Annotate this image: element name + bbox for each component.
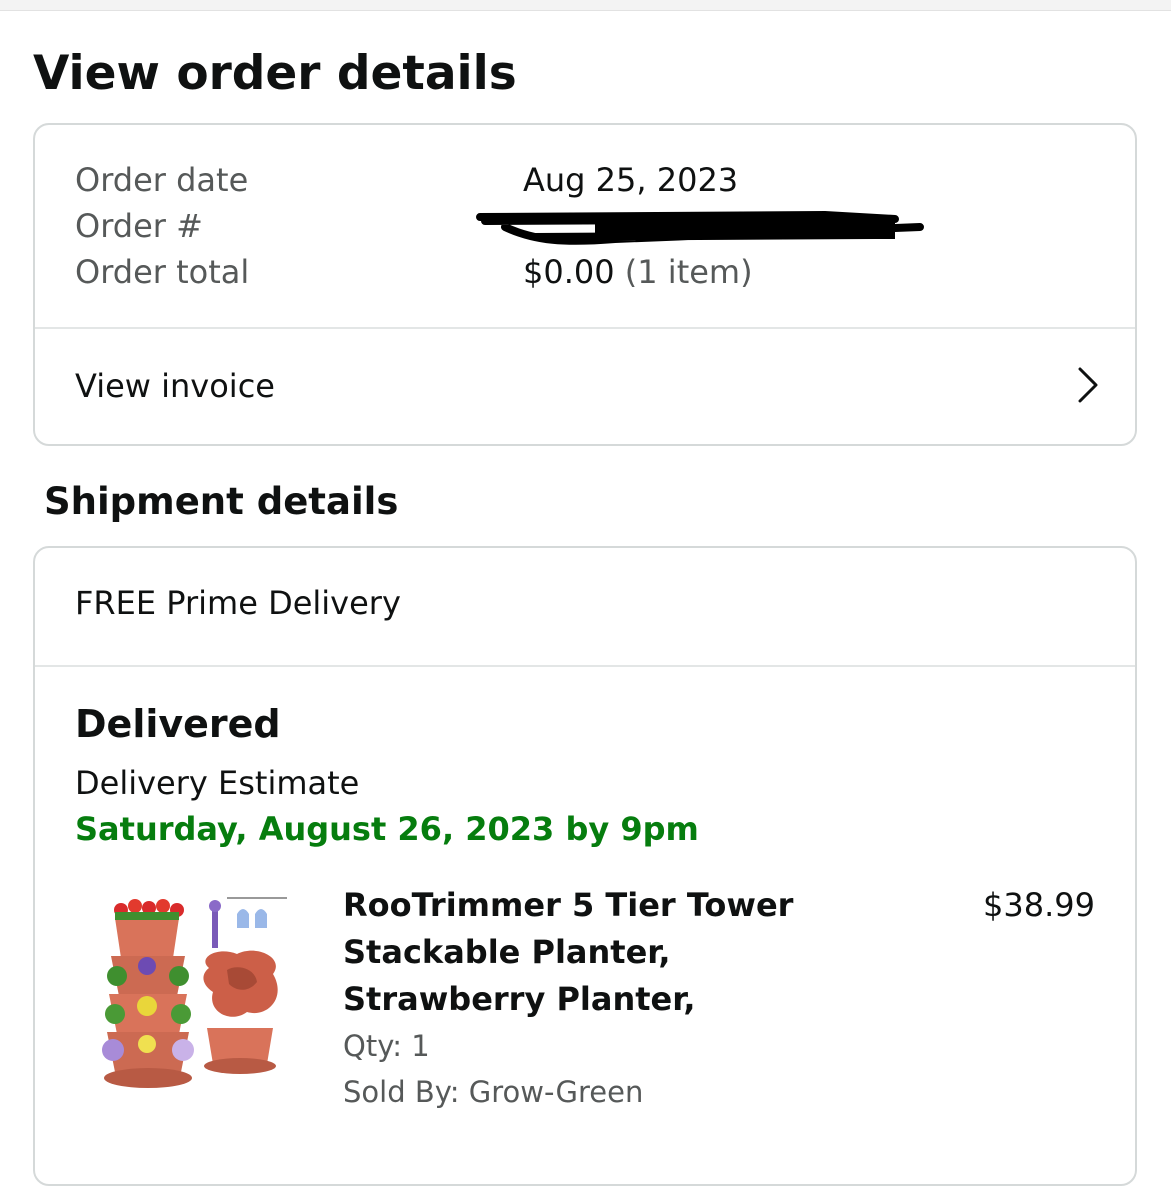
- order-summary-card: Order date Aug 25, 2023 Order # Order to…: [33, 123, 1137, 446]
- shipment-section-title: Shipment details: [44, 480, 399, 523]
- top-bar: [0, 0, 1171, 11]
- shipment-divider: [35, 665, 1135, 667]
- order-total-value: $0.00 (1 item): [523, 249, 753, 295]
- product-title-link[interactable]: RooTrimmer 5 Tier Tower Stackable Plante…: [343, 882, 863, 1023]
- delivery-type: FREE Prime Delivery: [75, 584, 401, 622]
- delivery-estimate-label: Delivery Estimate: [75, 764, 360, 802]
- order-item-count: (1 item): [624, 253, 753, 291]
- order-date-label: Order date: [75, 161, 249, 199]
- product-price: $38.99: [983, 886, 1095, 924]
- view-invoice-row[interactable]: View invoice: [35, 329, 1135, 444]
- order-date-value: Aug 25, 2023: [523, 161, 739, 199]
- product-image[interactable]: [97, 888, 291, 1098]
- chevron-right-icon: [1078, 367, 1098, 403]
- shipment-card: FREE Prime Delivery Delivered Delivery E…: [33, 546, 1137, 1186]
- order-total-amount: $0.00: [523, 253, 615, 291]
- page-title: View order details: [33, 46, 517, 101]
- order-total-label: Order total: [75, 253, 250, 291]
- product-seller: Sold By: Grow-Green: [343, 1075, 644, 1109]
- delivery-estimate-date: Saturday, August 26, 2023 by 9pm: [75, 810, 699, 848]
- product-quantity: Qty: 1: [343, 1029, 430, 1063]
- order-number-label: Order #: [75, 207, 203, 245]
- redaction-scribble: [476, 210, 924, 245]
- view-invoice-label: View invoice: [75, 367, 275, 405]
- delivery-status: Delivered: [75, 702, 281, 746]
